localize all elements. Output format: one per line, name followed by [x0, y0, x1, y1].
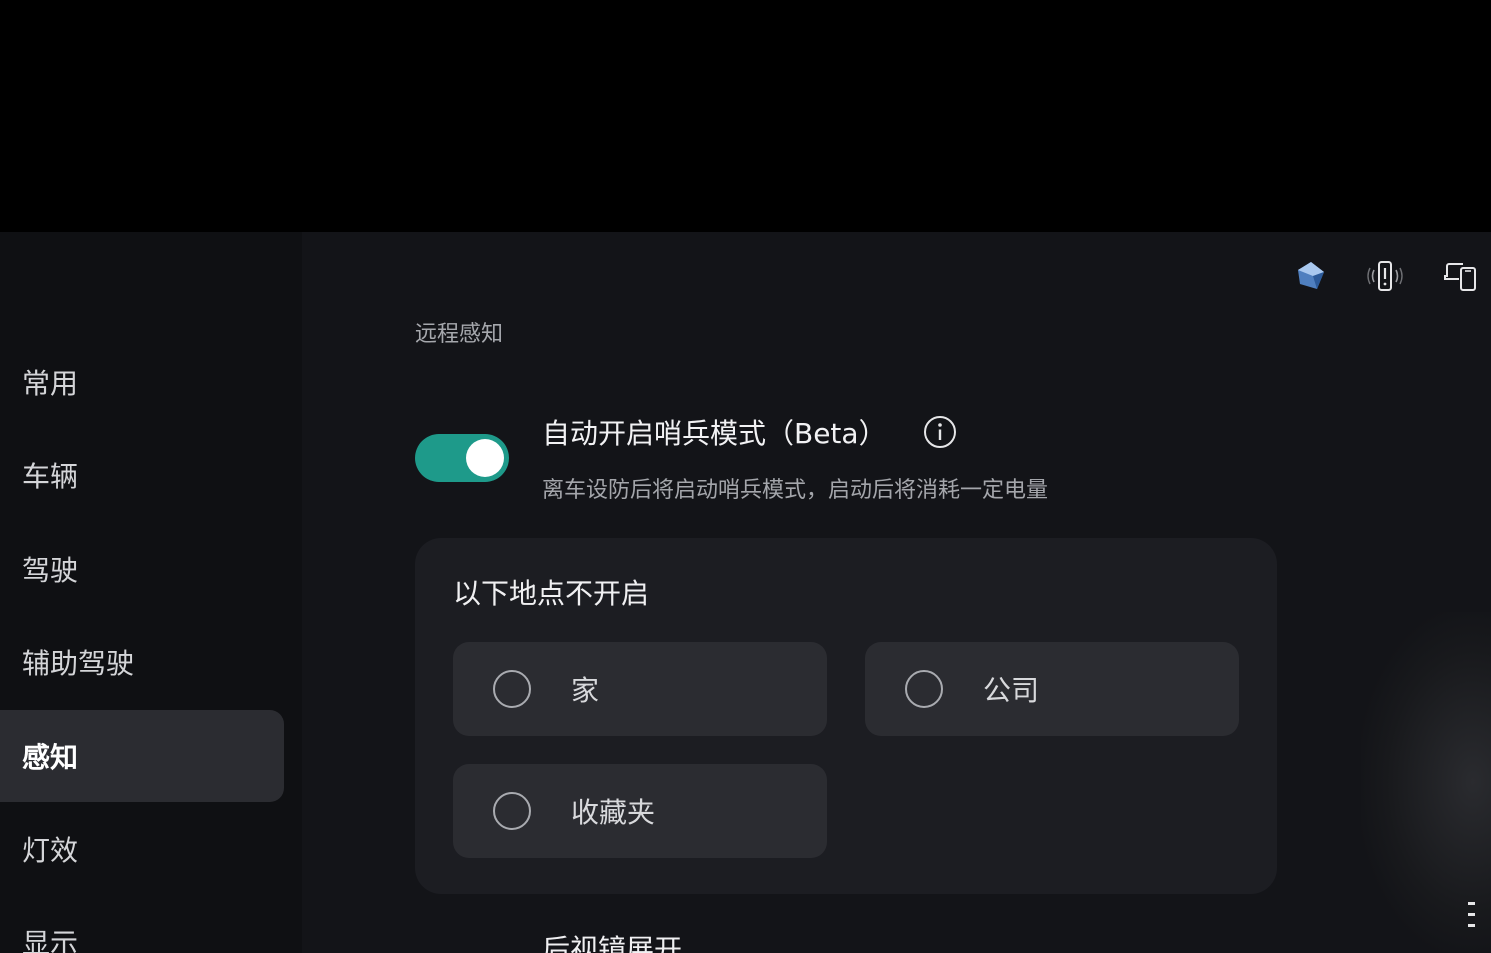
mirror-unfold-setting-title: 后视镜展开	[542, 933, 683, 953]
sentry-mode-toggle[interactable]	[415, 434, 509, 482]
option-label: 收藏夹	[571, 796, 656, 829]
sentry-setting-description: 离车设防后将启动哨兵模式，启动后将消耗一定电量	[542, 478, 1049, 503]
option-favorites[interactable]: 收藏夹	[453, 764, 827, 858]
sidebar-item-vehicle[interactable]: 车辆	[0, 429, 284, 521]
option-company[interactable]: 公司	[865, 642, 1239, 736]
sidebar-item-assisted-driving[interactable]: 辅助驾驶	[0, 616, 284, 708]
sidebar-item-label: 灯效	[22, 834, 79, 867]
sidebar-item-label: 感知	[22, 741, 79, 774]
sidebar-item-common[interactable]: 常用	[0, 336, 284, 428]
phone-alert-icon[interactable]	[1365, 256, 1405, 296]
option-home[interactable]: 家	[453, 642, 827, 736]
info-icon[interactable]	[923, 415, 957, 449]
sidebar: 常用 车辆 驾驶 辅助驾驶 感知 灯效 显示	[0, 232, 302, 953]
card-title: 以下地点不开启	[453, 577, 650, 610]
sidebar-item-label: 显示	[22, 927, 79, 953]
sentry-setting-title-row: 自动开启哨兵模式（Beta）	[542, 412, 957, 452]
sidebar-item-lighting[interactable]: 灯效	[0, 803, 284, 895]
sidebar-item-label: 辅助驾驶	[22, 647, 135, 680]
device-mirror-icon[interactable]	[1441, 256, 1481, 296]
toggle-knob	[466, 439, 504, 477]
sidebar-item-label: 常用	[22, 367, 79, 400]
top-black-bar	[0, 0, 1491, 232]
sidebar-item-display[interactable]: 显示	[0, 896, 284, 953]
more-icon[interactable]	[1465, 900, 1477, 936]
sentry-setting-title: 自动开启哨兵模式（Beta）	[542, 417, 887, 450]
radio-button[interactable]	[493, 792, 531, 830]
sidebar-item-label: 驾驶	[22, 554, 79, 587]
main-panel: 远程感知 自动开启哨兵模式（Beta） 离车设防后将启动哨兵模式，启动后将消耗一…	[302, 232, 1491, 953]
option-label: 家	[571, 674, 600, 707]
sidebar-item-perception[interactable]: 感知	[0, 710, 284, 802]
radio-button[interactable]	[493, 670, 531, 708]
option-label: 公司	[983, 674, 1040, 707]
radio-button[interactable]	[905, 670, 943, 708]
settings-app: 常用 车辆 驾驶 辅助驾驶 感知 灯效 显示 远程感知 自动开启哨兵模式（Bet…	[0, 232, 1491, 953]
section-title: 远程感知	[415, 322, 504, 347]
cube-icon[interactable]	[1291, 256, 1331, 296]
status-icons	[1291, 256, 1491, 296]
exclusion-locations-card: 以下地点不开启 家 公司 收藏夹	[415, 538, 1277, 894]
sidebar-item-label: 车辆	[22, 460, 79, 493]
sidebar-item-driving[interactable]: 驾驶	[0, 523, 284, 615]
